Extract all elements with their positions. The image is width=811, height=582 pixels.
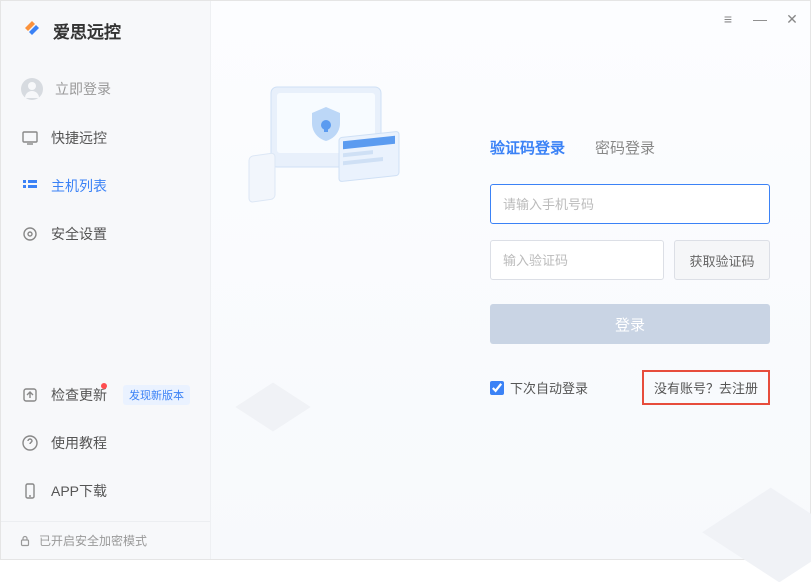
lock-icon (19, 535, 31, 547)
code-row: 获取验证码 (490, 240, 770, 280)
sidebar-item-quick[interactable]: 快捷远控 (1, 114, 210, 162)
titlebar: ≡ — ✕ (211, 1, 810, 37)
deco-cube-icon (235, 383, 310, 432)
register-link[interactable]: 没有账号？去注册 (642, 370, 770, 405)
auto-login-checkbox[interactable]: 下次自动登录 (490, 378, 588, 397)
shield-icon (21, 225, 39, 243)
sidebar-bottom: 检查更新 发现新版本 使用教程 APP下载 (1, 365, 210, 521)
sidebar-item-label: 检查更新 (51, 385, 107, 405)
brand-name: 爱思远控 (53, 18, 121, 43)
sidebar-item-label: 使用教程 (51, 433, 107, 453)
sidebar-item-app[interactable]: APP下载 (1, 467, 210, 515)
sidebar-nav: 立即登录 快捷远控 主机列表 安全设置 (1, 56, 210, 258)
options-row: 下次自动登录 没有账号？去注册 (490, 370, 770, 405)
code-input[interactable] (490, 240, 664, 280)
auto-login-label: 下次自动登录 (510, 378, 588, 397)
list-icon (21, 177, 39, 195)
mobile-icon (21, 482, 39, 500)
main-area: ≡ — ✕ (211, 1, 810, 559)
help-icon (21, 434, 39, 452)
sidebar-item-label: 快捷远控 (51, 128, 107, 148)
sidebar-item-label: 主机列表 (51, 176, 107, 196)
upload-icon (21, 386, 39, 404)
update-dot-icon (101, 383, 107, 389)
login-panel: 验证码登录 密码登录 获取验证码 登录 下次自动登录 没有账号？去注册 (490, 137, 770, 405)
sidebar-item-label: 安全设置 (51, 224, 107, 244)
brand: 爱思远控 (1, 1, 210, 56)
login-button[interactable]: 登录 (490, 304, 770, 344)
app-window: 爱思远控 立即登录 快捷远控 主机列表 安全设置 检查 (0, 0, 811, 560)
update-badge: 发现新版本 (123, 385, 190, 405)
menu-icon[interactable]: ≡ (720, 11, 736, 27)
sidebar-spacer (1, 258, 210, 365)
sidebar-footer: 已开启安全加密模式 (1, 521, 210, 559)
minimize-icon[interactable]: — (752, 11, 768, 27)
sidebar-item-tutorial[interactable]: 使用教程 (1, 419, 210, 467)
sidebar-item-update[interactable]: 检查更新 发现新版本 (1, 371, 210, 419)
deco-cube-icon (702, 488, 811, 582)
phone-input[interactable] (490, 184, 770, 224)
close-icon[interactable]: ✕ (784, 11, 800, 27)
content: 验证码登录 密码登录 获取验证码 登录 下次自动登录 没有账号？去注册 (211, 37, 810, 559)
monitor-icon (21, 129, 39, 147)
login-illustration (231, 67, 431, 217)
sidebar-login-label: 立即登录 (55, 79, 111, 99)
get-code-button[interactable]: 获取验证码 (674, 240, 770, 280)
sidebar-item-security[interactable]: 安全设置 (1, 210, 210, 258)
sidebar-item-label: APP下载 (51, 481, 107, 501)
auto-login-input[interactable] (490, 381, 504, 395)
tab-password-login[interactable]: 密码登录 (595, 137, 655, 162)
sidebar-item-hosts[interactable]: 主机列表 (1, 162, 210, 210)
sidebar-login-cta[interactable]: 立即登录 (1, 64, 210, 114)
avatar-placeholder-icon (21, 78, 43, 100)
brand-logo-icon (19, 15, 45, 46)
sidebar: 爱思远控 立即登录 快捷远控 主机列表 安全设置 检查 (1, 1, 211, 559)
footer-text: 已开启安全加密模式 (39, 532, 147, 549)
tab-sms-login[interactable]: 验证码登录 (490, 137, 565, 162)
login-tabs: 验证码登录 密码登录 (490, 137, 770, 162)
